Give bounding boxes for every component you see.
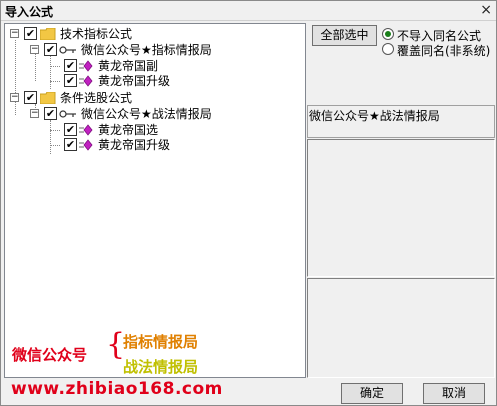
folder-icon [40, 28, 56, 40]
ok-button[interactable]: 确定 [341, 383, 403, 404]
formula-tree[interactable]: − ✔ 技术指标公式 − ✔ 微信公众号★指标情报局 ✔ 黄龙帝国副 ✔ 黄龙帝… [4, 23, 306, 378]
tree-formula-item[interactable]: ✔ 黄龙帝国选 [5, 122, 305, 138]
formula-icon [79, 75, 93, 87]
group-label: 条件选股公式 [60, 91, 133, 105]
radio-overwrite-duplicates[interactable] [382, 43, 394, 55]
collapse-toggle[interactable]: − [30, 109, 39, 118]
formula-preview-panel [307, 139, 495, 277]
key-icon [59, 110, 76, 118]
formula-icon [79, 139, 93, 151]
folder-icon [40, 92, 56, 104]
formula-label: 黄龙帝国升级 [98, 74, 171, 88]
source-checkbox[interactable]: ✔ [44, 107, 57, 120]
selected-source-panel: 微信公众号★战法情报局 [307, 105, 495, 138]
close-icon[interactable]: × [480, 2, 492, 18]
formula-checkbox[interactable]: ✔ [64, 138, 77, 151]
tree-formula-item[interactable]: ✔ 黄龙帝国升级 [5, 73, 305, 89]
source-label: 微信公众号★战法情报局 [81, 107, 212, 121]
tree-formula-item[interactable]: ✔ 黄龙帝国副 [5, 58, 305, 74]
title-bar: 导入公式 × [1, 1, 496, 21]
watermark-line-2: 战法情报局 [123, 358, 199, 376]
collapse-toggle[interactable]: − [10, 29, 19, 38]
formula-description-panel [307, 278, 495, 378]
watermark-url: www.zhibiao168.com [11, 379, 223, 399]
group-label: 技术指标公式 [60, 27, 133, 41]
formula-icon [79, 60, 93, 72]
select-all-button[interactable]: 全部选中 [312, 25, 377, 46]
group-checkbox[interactable]: ✔ [24, 91, 37, 104]
formula-label: 黄龙帝国升级 [98, 138, 171, 152]
formula-checkbox[interactable]: ✔ [64, 74, 77, 87]
tree-formula-item[interactable]: ✔ 黄龙帝国升级 [5, 137, 305, 153]
tree-source-indicator-bureau[interactable]: − ✔ 微信公众号★指标情报局 [5, 42, 305, 58]
watermark-line-1: 指标情报局 [123, 333, 199, 351]
tree-source-tactics-bureau[interactable]: − ✔ 微信公众号★战法情报局 [5, 106, 305, 122]
group-checkbox[interactable]: ✔ [24, 27, 37, 40]
formula-label: 黄龙帝国选 [98, 123, 159, 137]
collapse-toggle[interactable]: − [30, 45, 39, 54]
collapse-toggle[interactable]: − [10, 93, 19, 102]
formula-label: 黄龙帝国副 [98, 59, 159, 73]
tree-group-tech-indicators[interactable]: − ✔ 技术指标公式 [5, 26, 305, 42]
dialog-title: 导入公式 [5, 5, 54, 19]
tree-group-stock-selection[interactable]: − ✔ 条件选股公式 [5, 90, 305, 106]
radio-skip-duplicates[interactable] [382, 28, 394, 40]
radio-overwrite-duplicates-label[interactable]: 覆盖同名(非系统) [397, 42, 490, 59]
watermark-main-text: 微信公众号 [12, 346, 88, 364]
key-icon [59, 46, 76, 54]
import-formula-dialog: 导入公式 × − ✔ 技术指标公式 − ✔ 微信公众号★指标情报局 ✔ 黄龙帝国… [0, 0, 497, 406]
formula-checkbox[interactable]: ✔ [64, 59, 77, 72]
formula-checkbox[interactable]: ✔ [64, 123, 77, 136]
formula-icon [79, 124, 93, 136]
cancel-button[interactable]: 取消 [423, 383, 485, 404]
source-label: 微信公众号★指标情报局 [81, 43, 212, 57]
source-checkbox[interactable]: ✔ [44, 43, 57, 56]
selected-source-text: 微信公众号★战法情报局 [309, 109, 440, 123]
